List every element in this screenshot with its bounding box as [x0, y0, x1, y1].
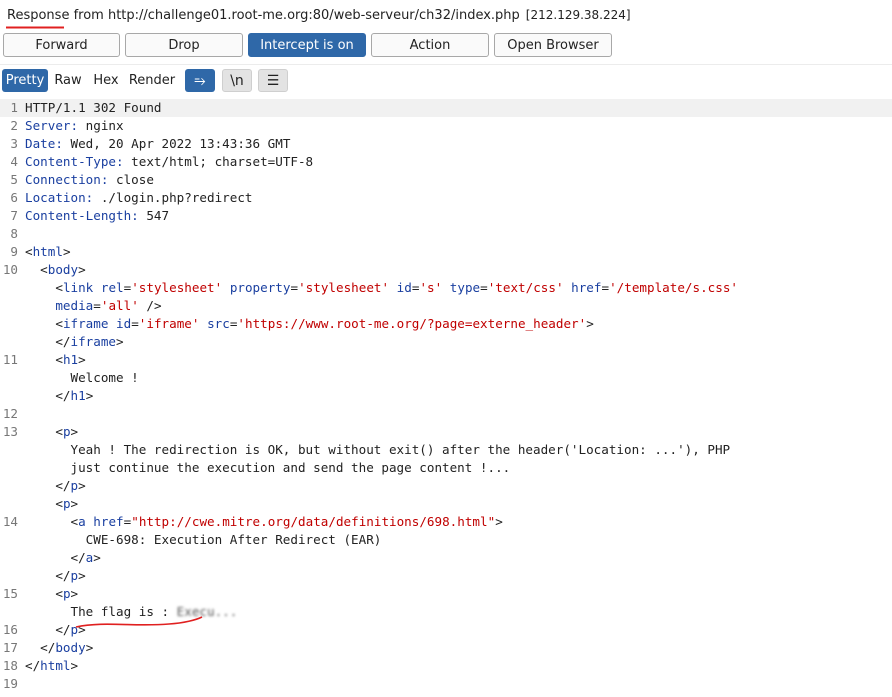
- forward-button[interactable]: Forward: [3, 33, 120, 57]
- tab-hex[interactable]: Hex: [88, 69, 124, 92]
- code-line: 8: [10, 226, 18, 241]
- action-button[interactable]: Action: [371, 33, 489, 57]
- code-line: <link rel='stylesheet' property='stylesh…: [55, 280, 738, 295]
- code-line: 6 Location: ./login.php?redirect: [10, 190, 253, 205]
- code-line: The flag is : Execu...: [0, 603, 892, 621]
- show-newlines-icon[interactable]: \n: [222, 69, 252, 92]
- code-line: 19: [2, 676, 18, 691]
- code-line: 13 <p>: [2, 424, 79, 439]
- code-line: 15 <p>: [2, 586, 79, 601]
- flag-value-redacted: Execu...: [176, 604, 238, 619]
- code-line: 4 Content-Type: text/html; charset=UTF-8: [10, 154, 314, 169]
- code-line: <p>: [55, 496, 79, 511]
- code-line: 16 </p>: [2, 622, 86, 637]
- response-source-line: Response from http://challenge01.root-me…: [7, 8, 631, 23]
- response-ip: [212.129.38.224]: [525, 8, 631, 22]
- code-line: 2 Server: nginx: [10, 118, 124, 133]
- toolbar-divider: [0, 64, 892, 65]
- intercept-toggle-button[interactable]: Intercept is on: [248, 33, 366, 57]
- tab-render[interactable]: Render: [127, 69, 177, 92]
- code-line: </a>: [70, 550, 101, 565]
- code-line: Welcome !: [70, 370, 139, 385]
- code-line: Yeah ! The redirection is OK, but withou…: [70, 442, 731, 457]
- code-line: 3 Date: Wed, 20 Apr 2022 13:43:36 GMT: [10, 136, 291, 151]
- code-line: CWE-698: Execution After Redirect (EAR): [85, 532, 382, 547]
- code-line: </p>: [55, 478, 86, 493]
- code-line: 7 Content-Length: 547: [10, 208, 170, 223]
- flag-label: The flag is :: [70, 604, 177, 619]
- code-line: </p>: [55, 568, 86, 583]
- code-line: media='all' />: [55, 298, 162, 313]
- response-url: from http://challenge01.root-me.org:80/w…: [69, 8, 520, 23]
- code-line: 14 <a href="http://cwe.mitre.org/data/de…: [2, 514, 503, 529]
- response-label: Response: [7, 8, 70, 23]
- tab-pretty[interactable]: Pretty: [2, 69, 48, 92]
- code-line: 12: [2, 406, 18, 421]
- code-line: 17 </body>: [2, 640, 94, 655]
- code-line: 10 <body>: [2, 262, 86, 277]
- code-line: 11 <h1>: [2, 352, 86, 367]
- code-line: 1 HTTP/1.1 302 Found: [0, 99, 892, 117]
- tab-raw[interactable]: Raw: [51, 69, 85, 92]
- drop-button[interactable]: Drop: [125, 33, 243, 57]
- code-line: 18 </html>: [2, 658, 79, 673]
- red-annotation-underline: [6, 26, 64, 29]
- wrap-lines-icon[interactable]: ⥱: [185, 69, 215, 92]
- code-line: </h1>: [55, 388, 94, 403]
- code-line: 9 <html>: [10, 244, 71, 259]
- code-line: <iframe id='iframe' src='https://www.roo…: [55, 316, 594, 331]
- menu-icon[interactable]: ☰: [258, 69, 288, 92]
- code-line: </iframe>: [55, 334, 124, 349]
- code-line: just continue the execution and send the…: [70, 460, 511, 475]
- response-editor[interactable]: 1 HTTP/1.1 302 Found 2 Server: nginx 3 Date…: [0, 99, 892, 693]
- open-browser-button[interactable]: Open Browser: [494, 33, 612, 57]
- code-line: 5 Connection: close: [10, 172, 154, 187]
